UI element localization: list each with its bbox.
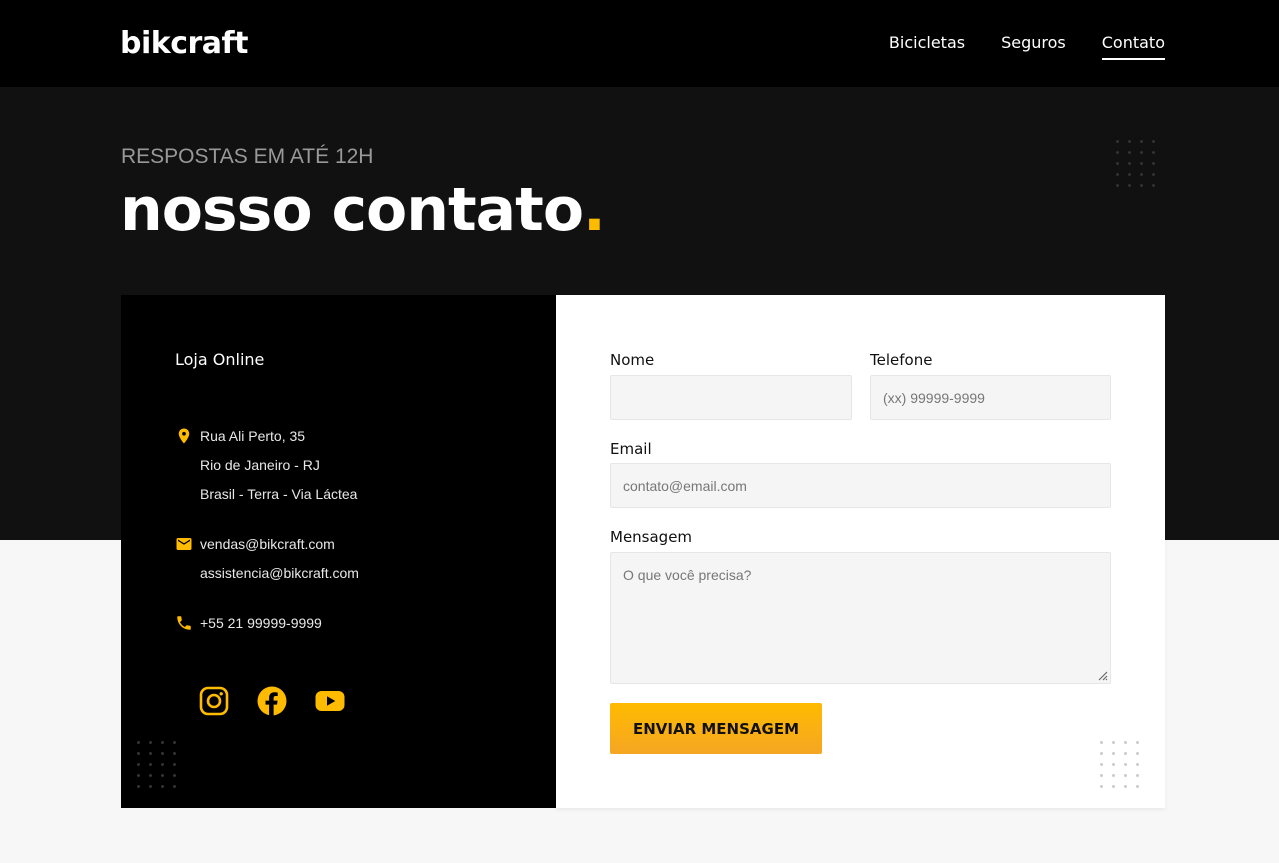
main-nav: Bicicletas Seguros Contato [889, 32, 1165, 60]
phone-label: Telefone [870, 351, 933, 369]
address-line-3: Brasil - Terra - Via Láctea [200, 486, 358, 502]
contact-info-panel: Loja Online Rua Ali Perto, 35 Rio de Jan… [121, 295, 556, 808]
site-header: bikcraft Bicicletas Seguros Contato [0, 0, 1279, 87]
message-label: Mensagem [610, 528, 693, 546]
nav-link-bicicletas[interactable]: Bicicletas [889, 32, 965, 60]
email-sales[interactable]: vendas@bikcraft.com [200, 535, 335, 553]
phone-number[interactable]: +55 21 99999-9999 [200, 614, 322, 632]
dot-pattern-decoration [1100, 741, 1148, 796]
youtube-icon[interactable] [314, 685, 346, 717]
logo[interactable]: bikcraft [120, 26, 248, 62]
nav-link-seguros[interactable]: Seguros [1001, 32, 1066, 60]
dot-pattern-decoration [137, 741, 185, 796]
message-placeholder: O que você precisa? [623, 567, 752, 583]
send-message-button[interactable]: ENVIAR MENSAGEM [610, 703, 822, 754]
email-support[interactable]: assistencia@bikcraft.com [200, 564, 359, 582]
instagram-icon[interactable] [198, 685, 230, 717]
address-line-2: Rio de Janeiro - RJ [200, 457, 320, 473]
page-title: nosso contato. [120, 175, 606, 245]
name-label: Nome [610, 351, 655, 369]
phone-field[interactable]: (xx) 99999-9999 [870, 375, 1111, 420]
location-pin-icon [178, 428, 190, 444]
hero-subtitle: RESPOSTAS EM ATÉ 12H [121, 145, 374, 168]
nav-link-contato[interactable]: Contato [1101, 32, 1165, 60]
name-field[interactable] [610, 375, 852, 420]
address-line-1: Rua Ali Perto, 35 [200, 428, 306, 444]
resize-handle-icon[interactable] [1096, 669, 1108, 681]
page-title-dot: . [583, 175, 606, 245]
phone-icon [177, 616, 191, 630]
email-label: Email [610, 440, 652, 458]
page-title-text: nosso contato [120, 175, 584, 245]
mail-icon [176, 538, 192, 550]
message-textarea[interactable]: O que você precisa? [610, 552, 1111, 684]
dot-pattern-decoration [1116, 140, 1164, 195]
email-field[interactable]: contato@email.com [610, 463, 1111, 508]
contact-form: Nome Telefone (xx) 99999-9999 Email cont… [556, 295, 1165, 808]
store-title: Loja Online [175, 350, 265, 369]
facebook-icon[interactable] [256, 685, 288, 717]
